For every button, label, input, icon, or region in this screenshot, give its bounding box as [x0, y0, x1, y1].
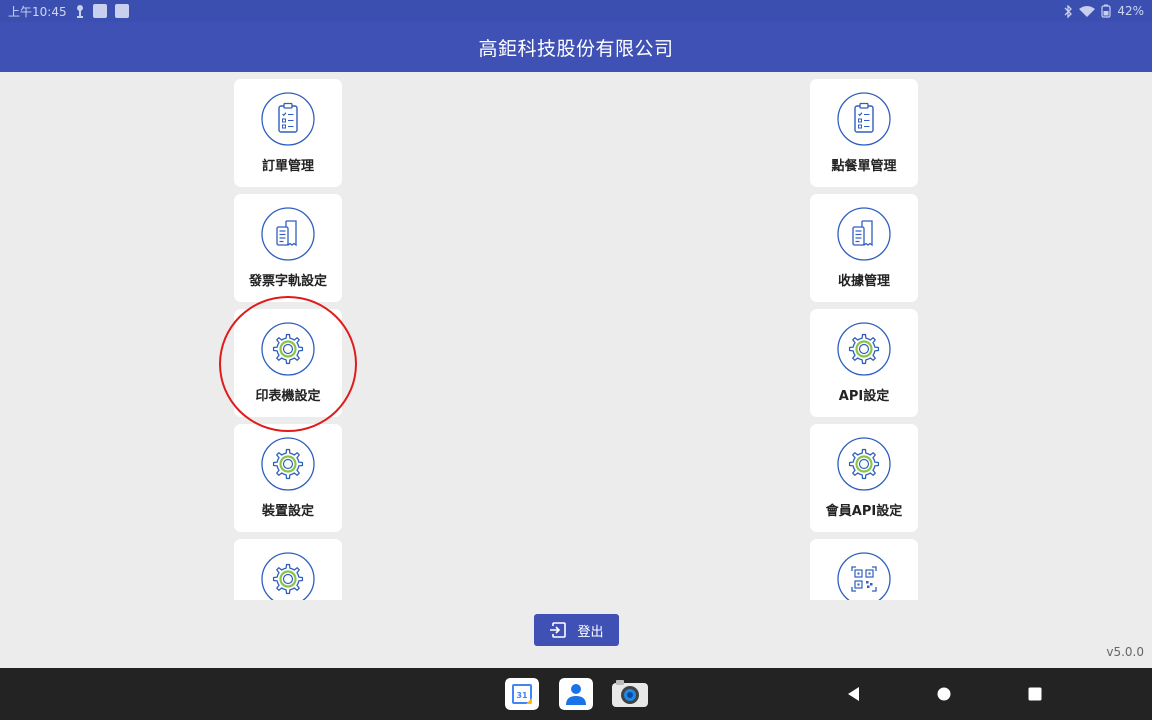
battery-percent: 42%: [1117, 4, 1144, 18]
bluetooth-icon: [1064, 4, 1073, 18]
gear-icon: [261, 552, 315, 600]
calendar-day: 31: [516, 691, 528, 700]
menu-card[interactable]: 印表機設定: [234, 309, 342, 417]
status-time: 上午10:45: [8, 4, 67, 19]
camera-app-icon[interactable]: [612, 678, 648, 710]
menu-column-left: 訂單管理發票字軌設定 印表機設定裝置設定: [234, 79, 342, 600]
logout-button[interactable]: 登出: [534, 614, 619, 646]
menu-card[interactable]: 會員API設定: [810, 424, 918, 532]
key-icon: [76, 5, 83, 18]
clipboard-icon: [837, 92, 891, 146]
menu-card[interactable]: 點餐單管理: [810, 79, 918, 187]
contacts-app-icon[interactable]: [559, 678, 593, 710]
gear-icon: [261, 322, 315, 376]
app-version: v5.0.0: [1106, 645, 1144, 659]
gear-icon: [261, 437, 315, 491]
notification-icon: [92, 4, 107, 18]
menu-card-label: 裝置設定: [261, 504, 314, 519]
menu-card-label: 會員API設定: [825, 504, 903, 519]
menu-card[interactable]: API設定: [810, 309, 918, 417]
menu-card[interactable]: 訂單管理: [234, 79, 342, 187]
app-bar: 高鉅科技股份有限公司: [0, 22, 1152, 72]
menu-grid[interactable]: 訂單管理發票字軌設定 印表機設定裝置設定 點餐單管理收據管理 API設定會員API設…: [0, 72, 1152, 600]
menu-card[interactable]: [810, 539, 918, 600]
receipt-icon: [261, 207, 315, 261]
logout-label: 登出: [577, 624, 604, 640]
home-icon[interactable]: [934, 684, 954, 704]
gear-icon: [837, 322, 891, 376]
notification-icon: [114, 4, 129, 18]
logout-icon: [550, 622, 567, 638]
menu-card-label: 印表機設定: [255, 389, 321, 404]
back-icon[interactable]: [844, 684, 864, 704]
menu-card-label: 點餐單管理: [831, 159, 897, 174]
menu-card[interactable]: 發票字軌設定: [234, 194, 342, 302]
menu-card-label: API設定: [838, 389, 890, 404]
menu-card[interactable]: 裝置設定: [234, 424, 342, 532]
wifi-icon: [1079, 6, 1096, 17]
menu-card[interactable]: 收據管理: [810, 194, 918, 302]
status-right: 42%: [1063, 4, 1144, 18]
clipboard-icon: [261, 92, 315, 146]
qr-code-icon: [837, 552, 891, 600]
menu-card-label: 發票字軌設定: [248, 274, 327, 289]
recents-icon[interactable]: [1025, 684, 1045, 704]
menu-card-label: 訂單管理: [261, 159, 314, 174]
status-left: 上午10:45: [8, 3, 129, 20]
page-title: 高鉅科技股份有限公司: [478, 37, 674, 60]
menu-card[interactable]: [234, 539, 342, 600]
status-bar: 上午10:45 42%: [0, 0, 1152, 22]
battery-icon: [1101, 4, 1111, 18]
receipt-icon: [837, 207, 891, 261]
calendar-app-icon[interactable]: 31: [505, 678, 539, 710]
gear-icon: [837, 437, 891, 491]
menu-column-right: 點餐單管理收據管理 API設定會員API設定: [810, 79, 918, 600]
menu-card-label: 收據管理: [837, 274, 890, 289]
